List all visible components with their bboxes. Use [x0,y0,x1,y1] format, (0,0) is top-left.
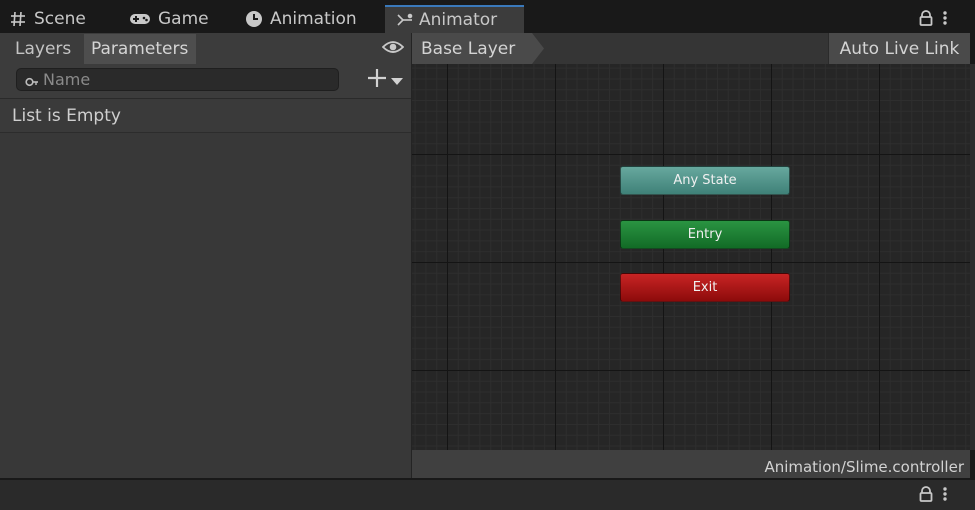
empty-list-row: List is Empty [0,99,411,133]
state-node-entry[interactable]: Entry [620,220,790,249]
state-node-any-state[interactable]: Any State [620,166,790,195]
state-machine-graph[interactable]: Any State Entry Exit [412,64,970,450]
breadcrumb[interactable]: Base Layer [412,33,544,64]
plus-icon [367,68,387,92]
bottom-window-controls [918,486,948,506]
animator-icon [397,10,413,30]
empty-list-label: List is Empty [12,105,121,126]
more-menu-icon[interactable] [942,10,948,30]
tab-label: Animation [270,9,357,29]
auto-live-link-button[interactable]: Auto Live Link [828,33,970,64]
tab-game[interactable]: Game [128,5,209,33]
eye-icon[interactable] [381,39,405,59]
state-node-exit[interactable]: Exit [620,273,790,302]
bottom-panel-bar [0,478,975,510]
graph-footer: Animation/Slime.controller [412,450,970,478]
controller-path: Animation/Slime.controller [764,458,964,476]
tab-animator[interactable]: Animator [385,5,524,33]
tab-layers[interactable]: Layers [8,34,78,64]
more-menu-icon[interactable] [942,486,948,506]
tab-label: Game [158,9,209,29]
tab-parameters[interactable]: Parameters [84,34,196,64]
search-field[interactable] [16,68,339,91]
tab-label: Scene [34,9,86,29]
search-input[interactable] [43,70,323,89]
tab-label: Animator [419,10,498,30]
search-icon [25,74,39,93]
graph-edge-strip [970,64,975,450]
tab-animation[interactable]: Animation [244,5,357,33]
chevron-down-icon [391,71,403,90]
lock-icon[interactable] [918,486,934,506]
breadcrumb-label: Base Layer [421,38,516,59]
window-tab-bar: Scene Game Animation Animator [0,0,975,33]
grid-icon [8,9,28,29]
add-parameter-button[interactable] [367,68,407,92]
lock-icon[interactable] [918,10,934,30]
window-controls [918,10,948,30]
gamepad-icon [128,9,152,29]
panel-subtabs: Layers Parameters [0,33,411,64]
tab-scene[interactable]: Scene [8,5,86,33]
search-row [0,64,411,99]
clock-icon [244,9,264,29]
parameters-panel: Layers Parameters List is Empty [0,33,412,478]
graph-toolbar: Base Layer Auto Live Link [412,33,970,64]
